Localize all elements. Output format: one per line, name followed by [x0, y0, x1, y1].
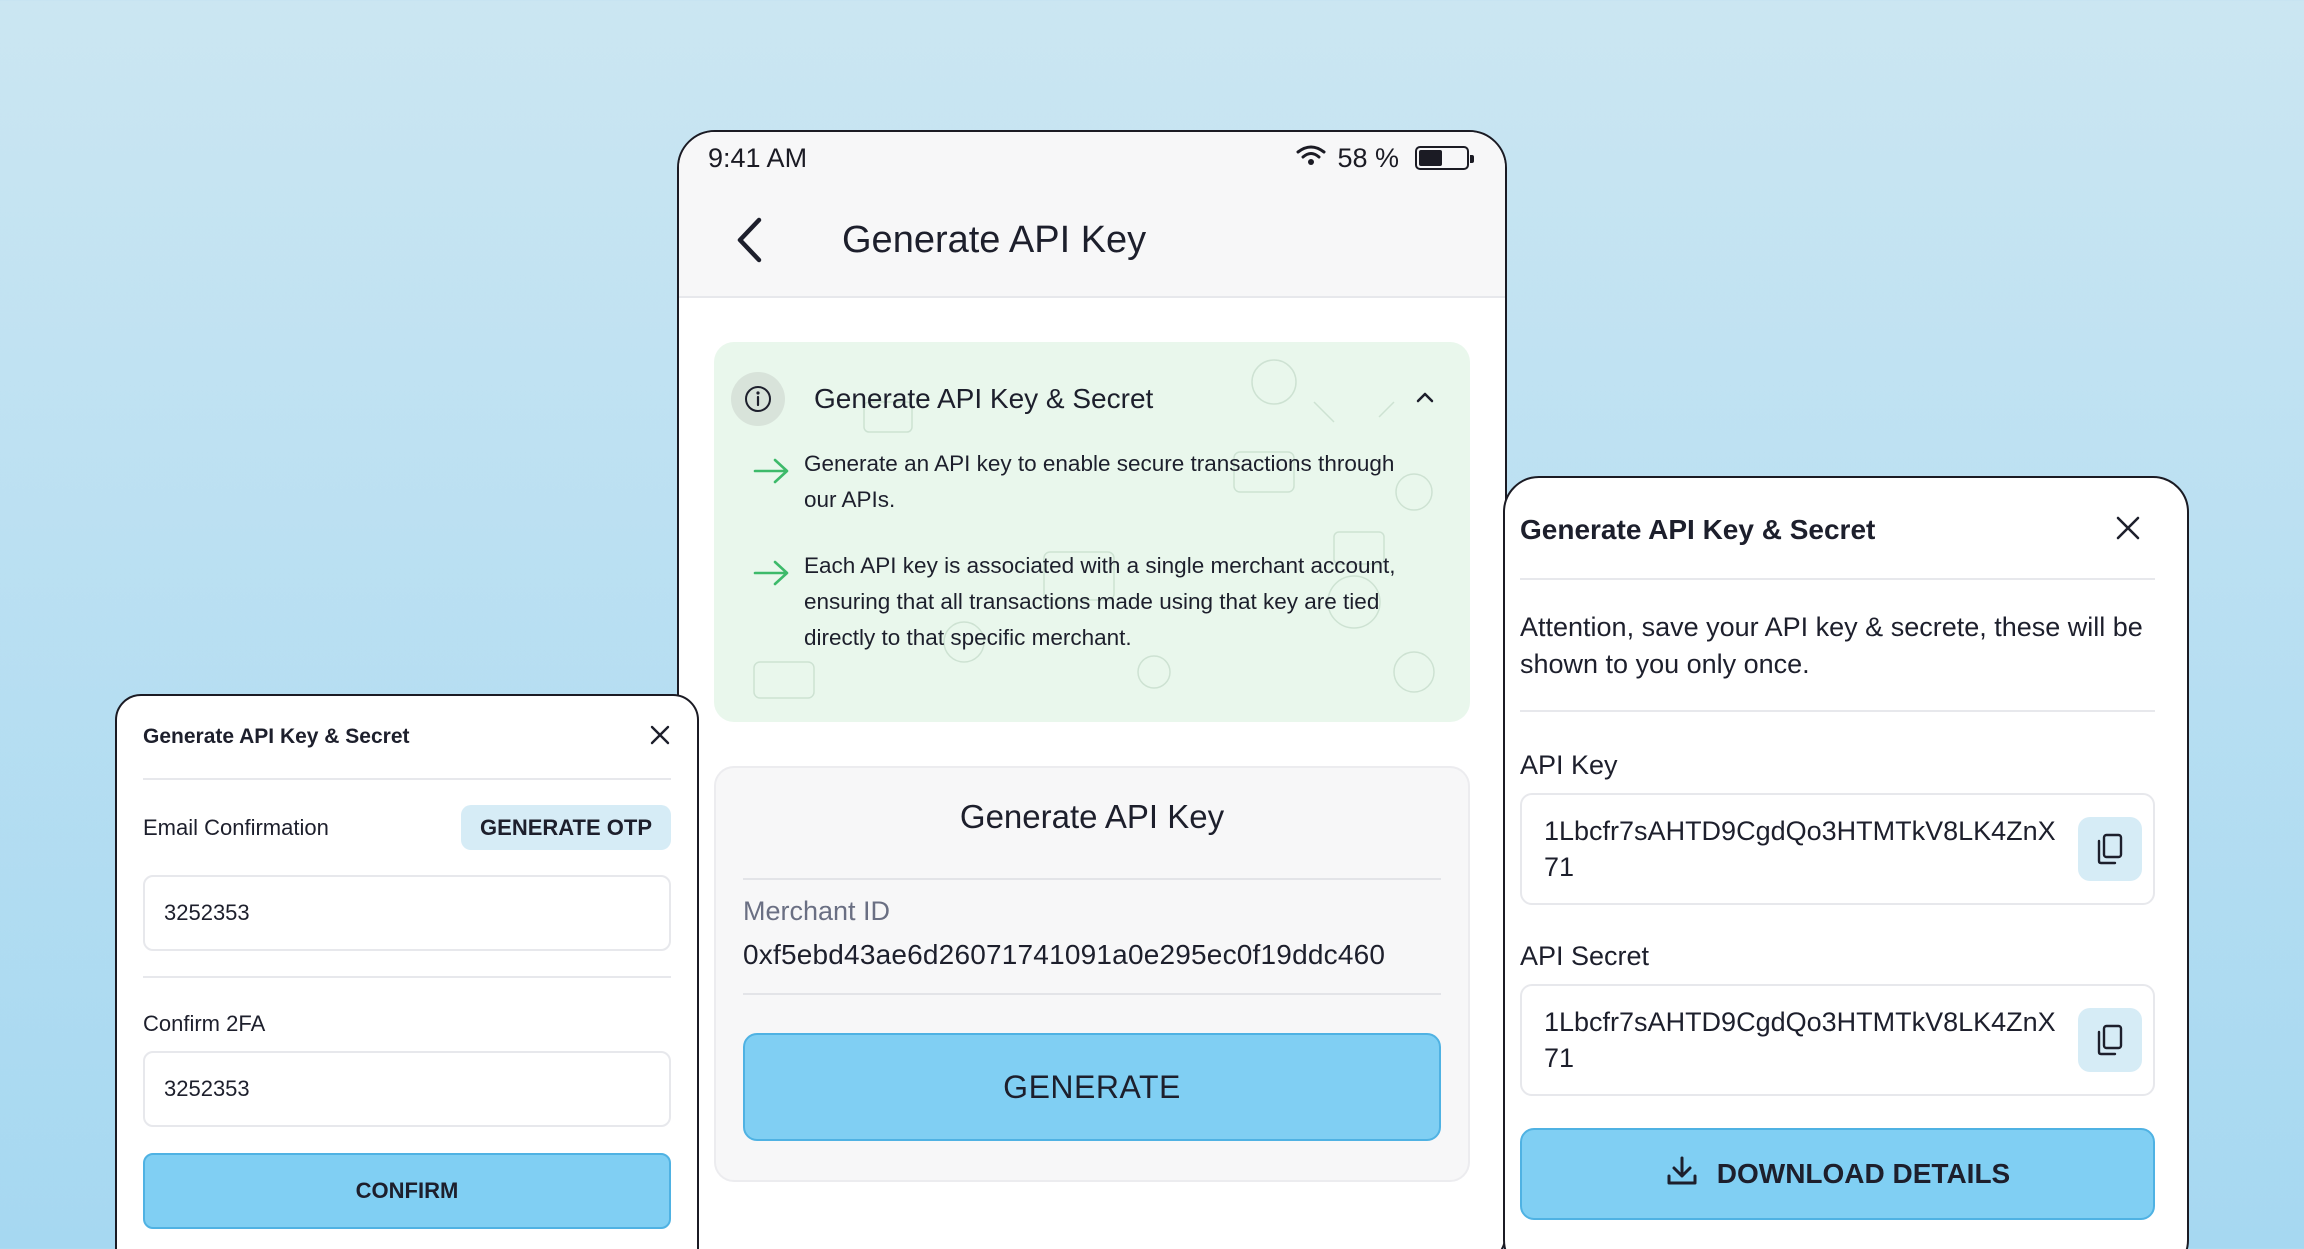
info-title: Generate API Key & Secret	[814, 383, 1154, 414]
status-bar: 9:41 AM 58 %	[679, 132, 1505, 184]
download-icon	[1665, 1154, 1699, 1195]
arrow-right-icon	[752, 456, 792, 518]
close-icon[interactable]	[649, 724, 671, 751]
merchant-id-label: Merchant ID	[743, 896, 891, 926]
api-secret-label: API Secret	[1520, 941, 1650, 971]
wifi-icon	[1295, 143, 1327, 174]
api-secret-value: 1Lbcfr7sAHTD9CgdQo3HTMTkV8LK4ZnX71	[1544, 1007, 2056, 1073]
divider	[143, 976, 671, 978]
chevron-up-icon[interactable]	[1415, 390, 1435, 409]
modal-title: Generate API Key & Secret	[1520, 514, 1876, 545]
modal-header: Generate API Key & Secret	[1520, 478, 2155, 580]
battery-icon	[1415, 146, 1474, 170]
email-confirmation-label: Email Confirmation	[143, 814, 329, 840]
info-bullet: Generate an API key to enable secure tra…	[714, 446, 1470, 518]
twofa-code-input[interactable]: 3252353	[143, 1051, 671, 1127]
chevron-left-icon[interactable]	[734, 210, 774, 270]
generate-otp-button[interactable]: GENERATE OTP	[461, 805, 671, 850]
generate-card-title: Generate API Key	[743, 768, 1441, 880]
status-time: 9:41 AM	[708, 142, 808, 173]
modal-header: Generate API Key & Secret	[143, 696, 671, 780]
battery-fill	[1419, 150, 1443, 166]
merchant-id-value: 0xf5ebd43ae6d26071741091a0e295ec0f19ddc4…	[743, 939, 1441, 995]
generate-button[interactable]: GENERATE	[743, 1033, 1441, 1141]
close-icon[interactable]	[2115, 515, 2141, 546]
phone-screen: 9:41 AM 58 % Generate API Key Generate A…	[677, 130, 1507, 1249]
email-code-input[interactable]: 3252353	[143, 875, 671, 951]
info-bullet-text: Generate an API key to enable secure tra…	[804, 451, 1395, 512]
info-panel: Generate API Key & Secret Generate an AP…	[714, 342, 1470, 722]
api-secret-modal: Generate API Key & Secret Attention, sav…	[1503, 476, 2189, 1249]
generate-card: Generate API Key Merchant ID 0xf5ebd43ae…	[714, 766, 1470, 1182]
arrow-right-icon	[752, 558, 792, 656]
confirm-2fa-label: Confirm 2FA	[143, 1011, 266, 1036]
app-header: Generate API Key	[679, 184, 1505, 298]
api-secret-field: 1Lbcfr7sAHTD9CgdQo3HTMTkV8LK4ZnX71	[1520, 984, 2155, 1096]
api-key-value: 1Lbcfr7sAHTD9CgdQo3HTMTkV8LK4ZnX71	[1544, 816, 2056, 882]
confirmation-modal: Generate API Key & Secret Email Confirma…	[115, 694, 699, 1249]
modal-title: Generate API Key & Secret	[143, 725, 410, 748]
download-details-button[interactable]: DOWNLOAD DETAILS	[1520, 1128, 2155, 1220]
info-bullet: Each API key is associated with a single…	[714, 548, 1470, 656]
battery-percent: 58 %	[1337, 142, 1399, 173]
confirm-button[interactable]: CONFIRM	[143, 1153, 671, 1229]
api-key-label: API Key	[1520, 750, 1618, 780]
copy-icon[interactable]	[2078, 817, 2142, 881]
api-key-field: 1Lbcfr7sAHTD9CgdQo3HTMTkV8LK4ZnX71	[1520, 793, 2155, 905]
info-icon	[731, 372, 785, 426]
attention-note: Attention, save your API key & secrete, …	[1520, 580, 2155, 712]
copy-icon[interactable]	[2078, 1008, 2142, 1072]
page-title: Generate API Key	[842, 218, 1147, 261]
download-details-label: DOWNLOAD DETAILS	[1716, 1158, 2011, 1189]
info-bullet-text: Each API key is associated with a single…	[804, 553, 1396, 650]
